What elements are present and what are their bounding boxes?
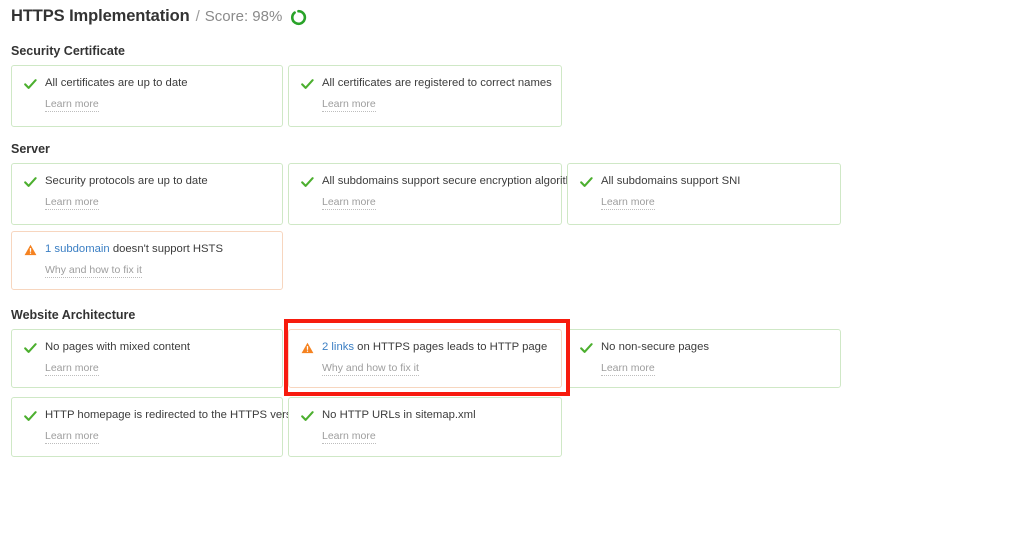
learn-more-link[interactable]: Learn more [45,98,99,112]
learn-more-link[interactable]: Learn more [322,196,376,210]
check-icon [579,175,594,189]
learn-more-link[interactable]: Learn more [45,196,99,210]
learn-more-link[interactable]: Learn more [45,430,99,444]
card-text: All certificates are registered to corre… [322,77,552,89]
section-title-server: Server [11,142,50,156]
card-row: No pages with mixed content [23,340,270,354]
card-text: Security protocols are up to date [45,175,208,187]
card-row: No non-secure pages [579,340,828,354]
card-row: All certificates are registered to corre… [300,76,552,91]
card-row: All subdomains support SNI [579,174,828,188]
card-all-certificates-up-to-date[interactable]: All certificates are up to date Learn mo… [11,65,283,127]
card-text: HTTP homepage is redirected to the HTTPS… [45,409,307,421]
card-no-http-urls-sitemap[interactable]: No HTTP URLs in sitemap.xml Learn more [288,397,562,457]
learn-more-link[interactable]: Learn more [322,430,376,444]
card-text-rest: doesn't support HSTS [109,243,223,255]
title-separator: / [195,8,200,25]
card-text: All subdomains support SNI [601,175,741,187]
learn-more-link[interactable]: Learn more [45,362,99,376]
check-icon [23,341,38,355]
why-and-how-to-fix-it-link[interactable]: Why and how to fix it [45,264,142,278]
card-text: 2 links on HTTPS pages leads to HTTP pag… [322,340,547,354]
check-icon [300,409,315,423]
card-text-rest: on HTTPS pages leads to HTTP page [354,341,548,353]
warning-triangle-icon [300,341,315,355]
learn-more-link[interactable]: Learn more [601,196,655,210]
card-text: No HTTP URLs in sitemap.xml [322,409,476,421]
card-no-mixed-content[interactable]: No pages with mixed content Learn more [11,329,283,388]
card-text: 1 subdomain doesn't support HSTS [45,242,223,256]
card-all-certificates-correct-names[interactable]: All certificates are registered to corre… [288,65,562,127]
card-text: All subdomains support secure encryption… [322,175,587,187]
why-and-how-to-fix-it-link[interactable]: Why and how to fix it [322,362,419,376]
check-icon [23,175,38,189]
card-no-non-secure-pages[interactable]: No non-secure pages Learn more [567,329,841,388]
card-text: No non-secure pages [601,341,710,353]
card-subdomains-secure-encryption[interactable]: All subdomains support secure encryption… [288,163,587,225]
check-icon [300,77,315,91]
card-text-highlight[interactable]: 1 subdomain [45,243,110,255]
card-text: No pages with mixed content [45,341,191,353]
score-label: Score: 98% [204,8,283,25]
warning-triangle-icon [23,243,38,257]
card-row: Security protocols are up to date [23,174,270,188]
check-icon [23,77,38,91]
card-text: All certificates are up to date [45,77,188,89]
learn-more-link[interactable]: Learn more [601,362,655,376]
card-subdomains-support-sni[interactable]: All subdomains support SNI Learn more [567,163,841,225]
card-security-protocols-up-to-date[interactable]: Security protocols are up to date Learn … [11,163,283,225]
check-icon [23,409,38,423]
page-header: HTTPS Implementation / Score: 98% [11,7,307,26]
card-text-highlight[interactable]: 2 links [322,341,354,353]
card-row: All subdomains support secure encryption… [300,174,587,189]
card-subdomain-no-hsts[interactable]: 1 subdomain doesn't support HSTS Why and… [11,231,283,290]
check-icon [579,341,594,355]
section-title-security-certificate: Security Certificate [11,44,125,58]
check-icon [300,175,315,189]
card-row: 1 subdomain doesn't support HSTS [23,242,270,256]
card-row: All certificates are up to date [23,76,270,90]
learn-more-link[interactable]: Learn more [322,98,376,112]
card-http-homepage-redirected[interactable]: HTTP homepage is redirected to the HTTPS… [11,397,307,457]
section-title-website-architecture: Website Architecture [11,308,136,322]
progress-ring-icon [290,9,307,26]
https-implementation-report: HTTPS Implementation / Score: 98% Securi… [0,0,1010,549]
card-row: 2 links on HTTPS pages leads to HTTP pag… [300,340,549,354]
card-row: No HTTP URLs in sitemap.xml [300,408,549,422]
card-links-https-to-http[interactable]: 2 links on HTTPS pages leads to HTTP pag… [288,329,562,388]
card-row: HTTP homepage is redirected to the HTTPS… [23,408,307,423]
page-title: HTTPS Implementation [11,7,190,25]
